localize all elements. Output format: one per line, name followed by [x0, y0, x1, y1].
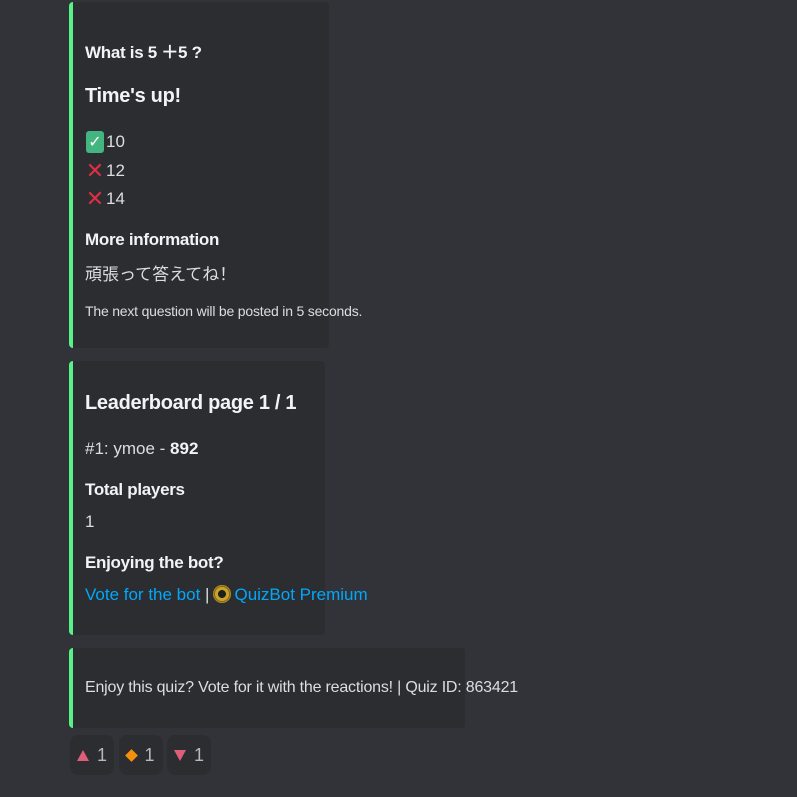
reaction-count: 1 — [144, 744, 155, 765]
premium-medal-icon — [213, 585, 232, 603]
answer-text: 14 — [106, 189, 125, 209]
answer-item: ✓ 10 — [85, 128, 125, 157]
answer-list: ✓ 10 ✕ 12 ✕ 14 — [85, 128, 125, 214]
orange-diamond-icon — [125, 748, 139, 762]
leaderboard-entry-score: 892 — [170, 439, 199, 458]
answer-text: 12 — [106, 160, 125, 180]
leaderboard-title: Leaderboard page 1 / 1 — [85, 392, 297, 414]
links-row: Vote for the bot | QuizBot Premium — [85, 585, 368, 605]
answer-item: ✕ 12 — [85, 157, 125, 186]
answer-item: ✕ 14 — [85, 185, 125, 214]
check-mark-icon: ✓ — [85, 130, 105, 154]
quiz-footer-text: Enjoy this quiz? Vote for it with the re… — [85, 679, 518, 696]
more-info-title: More information — [85, 230, 220, 249]
reaction-count: 1 — [193, 744, 204, 765]
cross-mark-icon: ✕ — [85, 186, 105, 212]
total-players-title: Total players — [85, 480, 185, 499]
question-embed: What is 5 ＋5 ? Time's up! ✓ 10 ✕ 12 ✕ 14… — [69, 2, 362, 348]
upvote-reaction-button[interactable]: 1 — [70, 735, 114, 775]
quiz-footer-embed: Enjoy this quiz? Vote for it with the re… — [69, 648, 518, 728]
next-question-text: The next question will be posted in 5 se… — [85, 303, 363, 319]
diamond-reaction-button[interactable]: 1 — [119, 735, 163, 775]
leaderboard-entry: #1: ymoe - 892 — [85, 439, 198, 459]
question-title: What is 5 ＋5 ? — [85, 43, 202, 62]
more-info-value: 頑張って答えてね！ — [85, 265, 237, 285]
quizbot-premium-link[interactable]: QuizBot Premium — [234, 585, 367, 604]
leaderboard-embed: Leaderboard page 1 / 1 #1: ymoe - 892 To… — [69, 361, 368, 635]
downvote-reaction-button[interactable]: 1 — [167, 735, 211, 775]
times-up-heading: Time's up! — [85, 85, 181, 107]
answer-text: 10 — [106, 132, 125, 152]
downvote-triangle-icon — [173, 749, 186, 761]
vote-for-bot-link[interactable]: Vote for the bot — [85, 585, 200, 604]
reaction-count: 1 — [96, 744, 107, 765]
leaderboard-entry-name: #1: ymoe - — [85, 439, 171, 458]
cross-mark-icon: ✕ — [85, 157, 105, 183]
enjoying-bot-title: Enjoying the bot? — [85, 553, 224, 572]
upvote-triangle-icon — [76, 749, 89, 761]
link-separator: | — [205, 585, 210, 604]
total-players-value: 1 — [85, 512, 95, 531]
